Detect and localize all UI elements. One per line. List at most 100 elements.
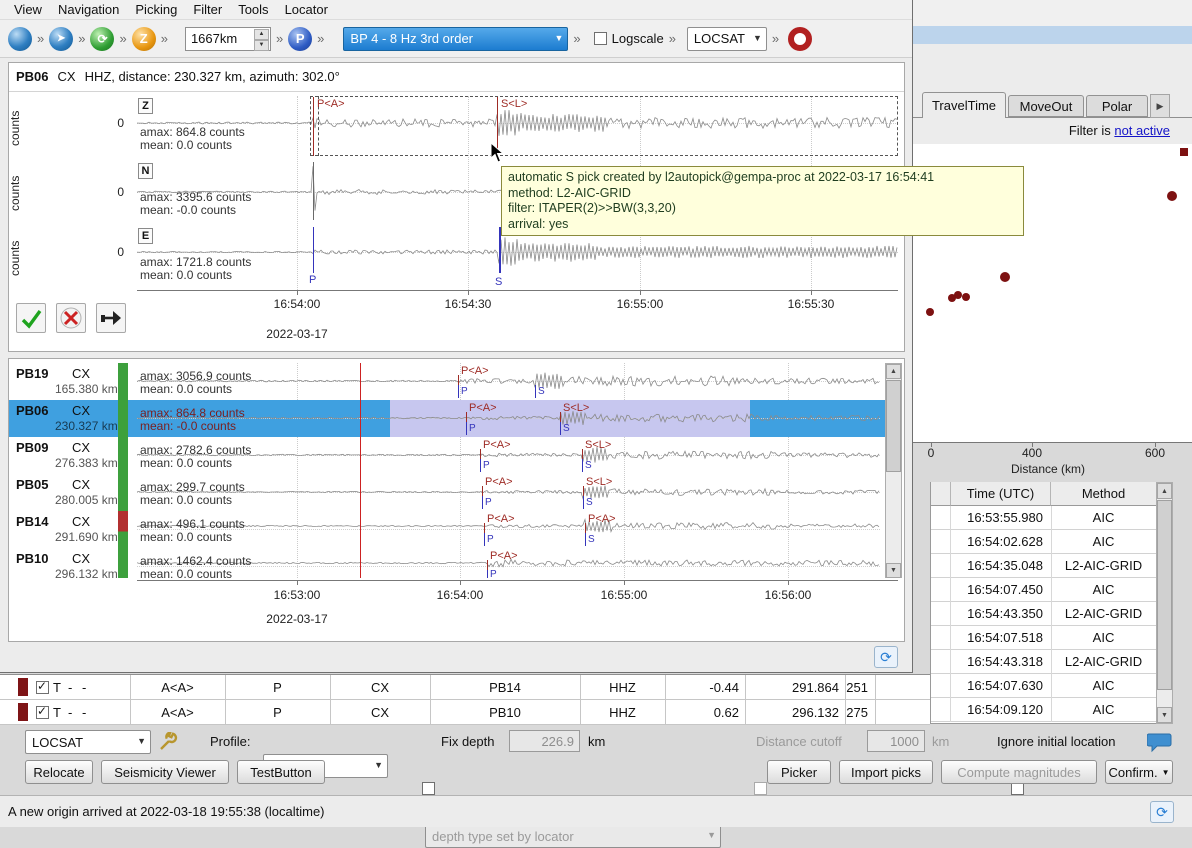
spin-down-icon[interactable]: ▼ xyxy=(254,40,269,51)
station-row-pb10[interactable]: PB10 CX 296.132 km amax: 1462.4 counts m… xyxy=(9,548,885,578)
picks-table-header xyxy=(931,482,951,506)
tick-line xyxy=(560,422,561,435)
picks-table-row[interactable]: 16:54:07.518AIC xyxy=(931,626,1156,650)
toolbar-separator[interactable]: » xyxy=(573,31,580,46)
plot-point[interactable] xyxy=(948,294,956,302)
menu-filter[interactable]: Filter xyxy=(185,0,230,19)
menu-picking[interactable]: Picking xyxy=(127,0,185,19)
depth-type-select[interactable]: depth type set by locator▼ xyxy=(425,824,721,848)
station-row-pb06-selected[interactable]: PB06 CX 230.327 km amax: 864.8 counts me… xyxy=(9,400,885,437)
z-component-icon[interactable]: Z xyxy=(132,27,156,51)
refresh-green-icon[interactable]: ⟳ xyxy=(90,27,114,51)
relocate-button[interactable]: Relocate xyxy=(25,760,93,784)
waveform-update-icon[interactable]: ⟳ xyxy=(874,646,898,668)
station-list-scrollbar[interactable]: ▲ ▼ xyxy=(885,363,902,578)
cutoff-input[interactable]: 1000 xyxy=(867,730,925,752)
picks-table-row[interactable]: 16:54:09.120AIC xyxy=(931,698,1156,722)
column-header-method[interactable]: Method xyxy=(1051,482,1156,506)
picks-table-row[interactable]: 16:54:07.450AIC xyxy=(931,578,1156,602)
time-used-checkbox[interactable] xyxy=(36,681,49,694)
tab-moveout[interactable]: MoveOut xyxy=(1008,95,1084,117)
toolbar-separator[interactable]: » xyxy=(161,31,168,46)
scroll-down-button[interactable]: ▼ xyxy=(1157,707,1172,723)
fix-depth-checkbox[interactable] xyxy=(422,782,435,795)
arrival-row[interactable]: T - - A<A> P CX PB10 HHZ 0.62 296.132 27… xyxy=(0,700,930,725)
picks-table-row[interactable]: 16:54:07.630AIC xyxy=(931,674,1156,698)
tab-traveltime[interactable]: TravelTime xyxy=(922,92,1006,118)
pick-label: P<A> xyxy=(461,365,489,377)
scrollbar-thumb[interactable] xyxy=(886,380,901,472)
plot-point[interactable] xyxy=(926,308,934,316)
menu-view[interactable]: View xyxy=(6,0,50,19)
plot-point[interactable] xyxy=(962,293,970,301)
globe-cursor-icon[interactable]: ➤ xyxy=(49,27,73,51)
picks-table-row[interactable]: 16:54:02.628AIC xyxy=(931,530,1156,554)
picks-table-row[interactable]: 16:53:55.980AIC xyxy=(931,506,1156,530)
scrollbar-thumb[interactable] xyxy=(1157,500,1172,690)
plot-point[interactable] xyxy=(1167,191,1177,201)
plot-point[interactable] xyxy=(1000,272,1010,282)
import-picks-button[interactable]: Import picks xyxy=(839,760,933,784)
toolbar-separator[interactable]: » xyxy=(37,31,44,46)
target-icon[interactable] xyxy=(788,27,812,51)
seismicity-viewer-button[interactable]: Seismicity Viewer xyxy=(101,760,229,784)
station-waveform[interactable] xyxy=(137,400,880,437)
menu-navigation[interactable]: Navigation xyxy=(50,0,127,19)
wrench-icon[interactable] xyxy=(158,732,180,752)
globe-icon[interactable] xyxy=(8,27,32,51)
spin-up-icon[interactable]: ▲ xyxy=(254,29,269,40)
plot-point-square[interactable] xyxy=(1180,148,1188,156)
scroll-up-button[interactable]: ▲ xyxy=(1157,483,1172,499)
distance-cutoff-checkbox[interactable] xyxy=(754,782,767,795)
station-row-pb19[interactable]: PB19 CX 165.380 km amax: 3056.9 counts m… xyxy=(9,363,885,400)
locator-select[interactable]: LOCSAT▼ xyxy=(25,730,151,754)
depth-input[interactable]: 226.9 xyxy=(509,730,580,752)
arrival-row[interactable]: T - - A<A> P CX PB14 HHZ -0.44 291.864 2… xyxy=(0,675,930,700)
compute-magnitudes-button[interactable]: Compute magnitudes xyxy=(941,760,1097,784)
apply-picks-button[interactable] xyxy=(96,303,126,333)
station-row-pb09[interactable]: PB09 CX 276.383 km amax: 2782.6 counts m… xyxy=(9,437,885,474)
plot-x-tick-label: 400 xyxy=(1017,446,1047,460)
picks-table-row[interactable]: 16:54:35.048L2-AIC-GRID xyxy=(931,554,1156,578)
toolbar-separator[interactable]: » xyxy=(276,31,283,46)
pick-label: P<A> xyxy=(588,513,616,525)
menu-tools[interactable]: Tools xyxy=(230,0,276,19)
test-button[interactable]: TestButton xyxy=(237,760,325,784)
tick-letter: P xyxy=(485,497,492,508)
toolbar-separator[interactable]: » xyxy=(119,31,126,46)
p-phase-icon[interactable]: P xyxy=(288,27,312,51)
menu-locator[interactable]: Locator xyxy=(277,0,336,19)
logscale-checkbox[interactable] xyxy=(594,32,607,45)
station-row-pb14[interactable]: PB14 CX 291.690 km amax: 496.1 counts me… xyxy=(9,511,885,548)
scroll-up-button[interactable]: ▲ xyxy=(886,364,901,379)
origin-update-icon[interactable]: ⟳ xyxy=(1150,801,1174,823)
picks-table-row[interactable]: 16:54:43.350L2-AIC-GRID xyxy=(931,602,1156,626)
tab-scroll-right-button[interactable]: ▶ xyxy=(1150,94,1170,118)
confirm-pick-button[interactable] xyxy=(16,303,46,333)
filter-status-link[interactable]: not active xyxy=(1114,123,1170,138)
reject-pick-button[interactable] xyxy=(56,303,86,333)
toolbar-separator[interactable]: » xyxy=(317,31,324,46)
residual-color-block xyxy=(18,703,28,721)
confirm-button[interactable]: Confirm.▼ xyxy=(1105,760,1173,784)
toolbar-separator[interactable]: » xyxy=(78,31,85,46)
station-row-pb05[interactable]: PB05 CX 280.005 km amax: 299.7 counts me… xyxy=(9,474,885,511)
time-used-checkbox[interactable] xyxy=(36,706,49,719)
p-pick-marker[interactable] xyxy=(313,97,314,156)
toolbar-separator[interactable]: » xyxy=(772,31,779,46)
tab-polar[interactable]: Polar xyxy=(1086,95,1148,117)
column-header-time[interactable]: Time (UTC) xyxy=(951,482,1051,506)
picker-button[interactable]: Picker xyxy=(767,760,831,784)
picks-table-scrollbar[interactable]: ▲ ▼ xyxy=(1156,482,1173,724)
toolbar-locator-select[interactable]: LOCSAT▼ xyxy=(687,27,767,51)
p-theoretical-marker[interactable] xyxy=(313,227,314,273)
comment-icon[interactable] xyxy=(1147,731,1173,753)
zoom-spinbox[interactable]: 1667km ▲▼ xyxy=(185,27,271,51)
toolbar-separator[interactable]: » xyxy=(669,31,676,46)
arrival-station: PB14 xyxy=(430,680,580,695)
active-trace-selection[interactable] xyxy=(310,96,898,156)
picks-table-row[interactable]: 16:54:43.318L2-AIC-GRID xyxy=(931,650,1156,674)
spin-buttons[interactable]: ▲▼ xyxy=(254,29,269,49)
scroll-down-button[interactable]: ▼ xyxy=(886,563,901,578)
filter-select[interactable]: BP 4 - 8 Hz 3rd order▼ xyxy=(343,27,568,51)
